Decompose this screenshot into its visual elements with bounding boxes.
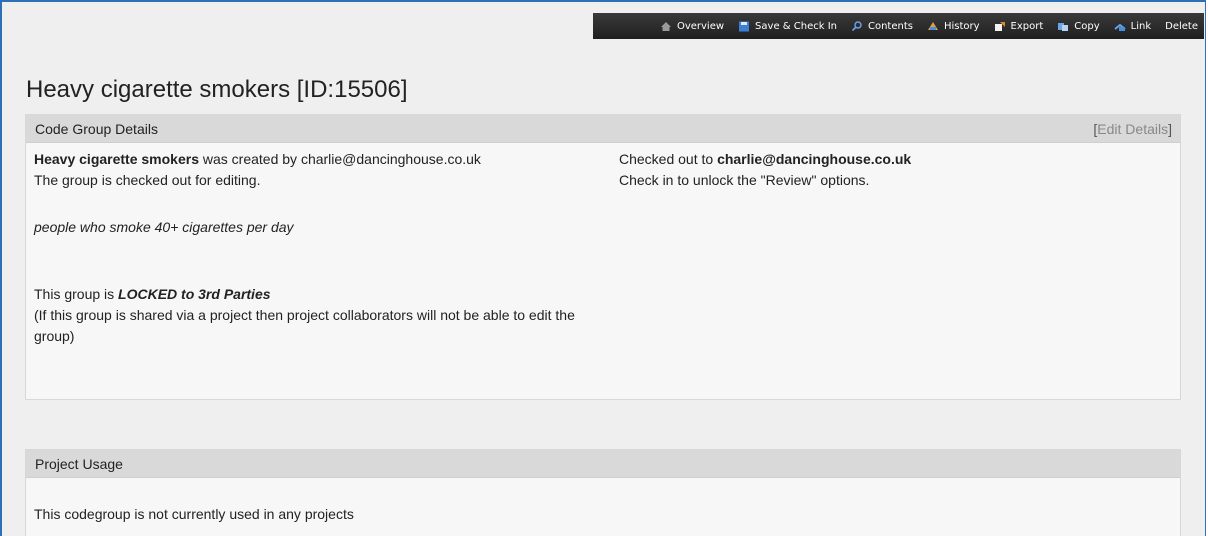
home-icon bbox=[660, 21, 672, 32]
export-label: Export bbox=[1010, 20, 1044, 32]
link-label: Link bbox=[1130, 20, 1152, 32]
usage-message: This codegroup is not currently used in … bbox=[34, 506, 354, 522]
delete-button[interactable]: Delete bbox=[1165, 21, 1198, 32]
usage-panel-header: Project Usage bbox=[26, 450, 1180, 478]
locked-status-line: This group is LOCKED to 3rd Parties bbox=[34, 284, 271, 305]
usage-panel-title: Project Usage bbox=[35, 455, 123, 472]
delete-label: Delete bbox=[1165, 20, 1198, 32]
panel-header: Code Group Details [Edit Details] bbox=[26, 115, 1180, 143]
link-icon bbox=[1114, 21, 1126, 32]
checked-out-status: The group is checked out for editing. bbox=[34, 172, 261, 188]
page-title: Heavy cigarette smokers [ID:15506] bbox=[26, 76, 408, 103]
group-name: Heavy cigarette smokers bbox=[34, 151, 199, 167]
export-button[interactable]: Export bbox=[994, 20, 1044, 32]
checked-out-user: charlie@dancinghouse.co.uk bbox=[717, 151, 912, 167]
group-description: people who smoke 40+ cigarettes per day bbox=[34, 219, 294, 235]
created-by-text: was created by charlie@dancinghouse.co.u… bbox=[199, 151, 481, 167]
project-usage-panel: Project Usage This codegroup is not curr… bbox=[25, 449, 1181, 536]
overview-label: Overview bbox=[676, 20, 725, 32]
save-check-in-label: Save & Check In bbox=[755, 20, 837, 32]
save-check-in-button[interactable]: Save & Check In bbox=[738, 21, 837, 32]
history-label: History bbox=[943, 20, 980, 32]
check-in-note: Check in to unlock the "Review" options. bbox=[619, 172, 870, 188]
copy-label: Copy bbox=[1074, 20, 1100, 32]
edit-details-link-wrapper: [Edit Details] bbox=[1093, 121, 1172, 137]
history-button[interactable]: History bbox=[927, 21, 980, 32]
top-toolbar: Overview Save & Check In Contents Histor… bbox=[593, 13, 1204, 39]
search-icon bbox=[851, 20, 863, 32]
code-group-details-panel: Code Group Details [Edit Details] Heavy … bbox=[25, 114, 1181, 400]
panel-title: Code Group Details bbox=[35, 120, 158, 137]
edit-bracket-close: ] bbox=[1168, 120, 1172, 137]
contents-label: Contents bbox=[867, 20, 913, 32]
copy-icon bbox=[1057, 21, 1069, 32]
checked-out-to-line: Checked out to charlie@dancinghouse.co.u… bbox=[619, 149, 911, 170]
created-by-line: Heavy cigarette smokers was created by c… bbox=[34, 149, 481, 170]
contents-button[interactable]: Contents bbox=[851, 21, 913, 32]
copy-button[interactable]: Copy bbox=[1057, 20, 1100, 32]
locked-note: (If this group is shared via a project t… bbox=[34, 307, 575, 344]
checked-out-to-prefix: Checked out to bbox=[619, 151, 718, 167]
save-icon bbox=[738, 21, 750, 32]
locked-prefix: This group is bbox=[34, 286, 119, 302]
edit-details-link[interactable]: Edit Details bbox=[1097, 121, 1168, 137]
history-icon bbox=[927, 21, 939, 32]
locked-label: LOCKED to 3rd Parties bbox=[118, 286, 271, 302]
export-icon bbox=[994, 21, 1006, 32]
link-button[interactable]: Link bbox=[1114, 21, 1151, 32]
overview-button[interactable]: Overview bbox=[660, 21, 724, 32]
